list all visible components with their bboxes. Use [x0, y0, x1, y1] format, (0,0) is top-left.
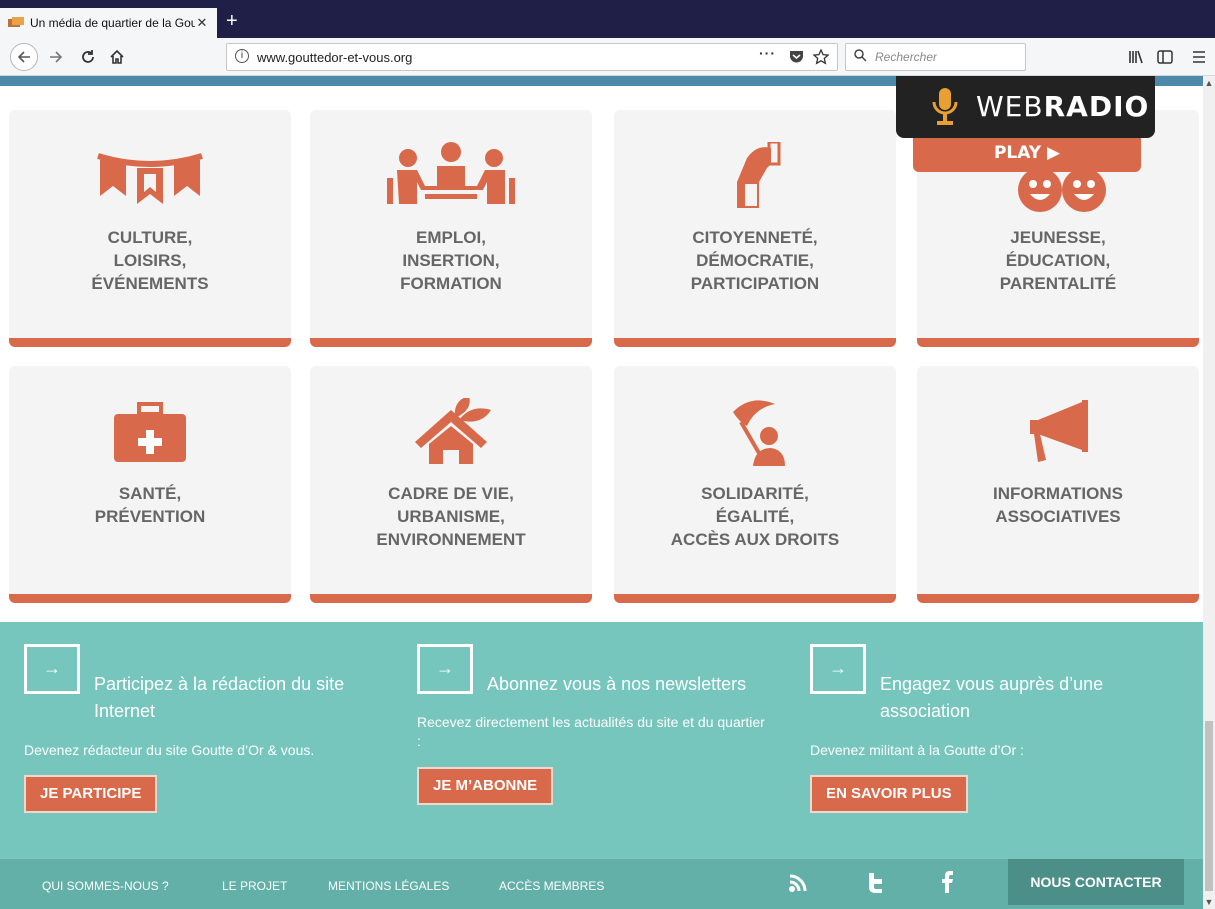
- promo-description: Devenez militant à la Goutte d’Or :: [810, 742, 1024, 758]
- home-icon: [110, 49, 124, 64]
- category-label: CULTURE, LOISIRS, ÉVÉNEMENTS: [91, 228, 209, 293]
- category-label: SOLIDARITÉ, ÉGALITÉ, ACCÈS AUX DROITS: [670, 484, 840, 549]
- promo-title: Participez à la rédaction du site Intern…: [94, 674, 345, 721]
- home-button[interactable]: [106, 46, 128, 68]
- library-icon[interactable]: [1128, 50, 1144, 64]
- footer-link-mentions-legales[interactable]: MENTIONS LÉGALES: [328, 879, 449, 893]
- ballot-hand-icon: [737, 142, 781, 208]
- footer: QUI SOMMES-NOUS ? LE PROJET MENTIONS LÉG…: [0, 859, 1203, 909]
- category-cadre-de-vie[interactable]: CADRE DE VIE, URBANISME, ENVIRONNEMENT: [310, 366, 592, 603]
- nav-bar: i www.gouttedor-et-vous.org ··· Recherch…: [0, 38, 1215, 76]
- category-label: EMPLOI, INSERTION, FORMATION: [400, 228, 502, 293]
- bunting-icon: [97, 153, 203, 204]
- tab-close-icon[interactable]: ✕: [195, 15, 209, 31]
- arrow-right-icon[interactable]: →: [417, 644, 473, 694]
- arrow-right-icon[interactable]: →: [810, 644, 866, 694]
- promo-title: Engagez vous auprès d’une association: [880, 674, 1104, 721]
- promo-title: Abonnez vous à nos newsletters: [487, 674, 747, 694]
- house-leaf-icon: [415, 398, 491, 464]
- back-button[interactable]: [10, 43, 38, 71]
- arrow-right-icon[interactable]: →: [24, 644, 80, 694]
- category-emploi[interactable]: EMPLOI, INSERTION, FORMATION: [310, 110, 592, 347]
- site-favicon-icon: [8, 17, 24, 27]
- category-label: CADRE DE VIE, URBANISME, ENVIRONNEMENT: [376, 484, 526, 549]
- promo-description: Devenez rédacteur du site Goutte d’Or & …: [24, 742, 315, 758]
- scrollbar-thumb[interactable]: [1205, 721, 1213, 891]
- megaphone-icon: [1030, 400, 1088, 462]
- webradio-widget[interactable]: WEBRADIO: [896, 76, 1155, 138]
- microphone-icon: [932, 88, 958, 125]
- person-flag-icon: [733, 400, 785, 466]
- tab-bar: Un média de quartier de la Gout ✕ +: [0, 0, 1215, 38]
- category-label: SANTÉ, PRÉVENTION: [94, 484, 206, 526]
- category-solidarite[interactable]: SOLIDARITÉ, ÉGALITÉ, ACCÈS AUX DROITS: [614, 366, 896, 603]
- search-icon: [854, 49, 867, 62]
- rss-icon[interactable]: [788, 873, 808, 893]
- tab-title: Un média de quartier de la Gout: [30, 16, 195, 30]
- first-aid-kit-icon: [114, 402, 186, 462]
- new-tab-button[interactable]: +: [226, 10, 238, 32]
- nous-contacter-button[interactable]: NOUS CONTACTER: [1008, 859, 1184, 905]
- promo-section: → Participez à la rédaction du site Inte…: [0, 622, 1203, 859]
- search-placeholder: Rechercher: [875, 50, 938, 64]
- browser-tab[interactable]: Un média de quartier de la Gout ✕: [0, 8, 217, 38]
- reload-icon: [82, 50, 94, 63]
- back-arrow-icon: [17, 51, 30, 63]
- category-culture[interactable]: CULTURE, LOISIRS, ÉVÉNEMENTS: [9, 110, 291, 347]
- twitter-icon[interactable]: [866, 872, 884, 894]
- meeting-icon: [387, 142, 515, 204]
- sidebar-icon[interactable]: [1157, 50, 1173, 64]
- je-participe-button[interactable]: JE PARTICIPE: [24, 775, 158, 813]
- je-m-abonne-button[interactable]: JE M’ABONNE: [417, 767, 554, 805]
- category-label: JEUNESSE, ÉDUCATION, PARENTALITÉ: [999, 228, 1117, 293]
- menu-icon[interactable]: [1192, 50, 1206, 64]
- site-info-icon[interactable]: i: [235, 49, 249, 63]
- category-label: CITOYENNETÉ, DÉMOCRATIE, PARTICIPATION: [690, 228, 820, 293]
- play-button[interactable]: PLAY ▶: [913, 138, 1141, 172]
- footer-link-qui-sommes-nous[interactable]: QUI SOMMES-NOUS ?: [42, 879, 169, 893]
- forward-arrow-icon: [50, 51, 63, 63]
- category-informations[interactable]: INFORMATIONS ASSOCIATIVES: [917, 366, 1199, 603]
- scroll-down-icon[interactable]: ▼: [1203, 897, 1215, 907]
- forward-button[interactable]: [46, 46, 66, 68]
- page-actions-icon[interactable]: ···: [759, 45, 776, 61]
- url-text: www.gouttedor-et-vous.org: [257, 50, 413, 65]
- scroll-up-icon[interactable]: ▲: [1203, 78, 1215, 88]
- category-citoyennete[interactable]: CITOYENNETÉ, DÉMOCRATIE, PARTICIPATION: [614, 110, 896, 347]
- category-sante[interactable]: SANTÉ, PRÉVENTION: [9, 366, 291, 603]
- reload-button[interactable]: [78, 46, 98, 68]
- pocket-icon[interactable]: [789, 50, 804, 64]
- footer-link-acces-membres[interactable]: ACCÈS MEMBRES: [499, 879, 604, 893]
- search-input[interactable]: Rechercher: [845, 43, 1026, 71]
- promo-description: Recevez directement les actualités du si…: [417, 714, 765, 749]
- page-content: CULTURE, LOISIRS, ÉVÉNEMENTS EMPLOI, INS…: [0, 76, 1203, 909]
- bookmark-star-icon[interactable]: [813, 49, 829, 65]
- url-bar[interactable]: i www.gouttedor-et-vous.org ···: [226, 43, 838, 71]
- facebook-icon[interactable]: [940, 871, 954, 893]
- scrollbar[interactable]: ▲ ▼: [1203, 76, 1215, 909]
- footer-link-le-projet[interactable]: LE PROJET: [222, 879, 287, 893]
- en-savoir-plus-button[interactable]: EN SAVOIR PLUS: [810, 775, 968, 813]
- webradio-title: WEBRADIO: [976, 90, 1150, 123]
- category-label: INFORMATIONS ASSOCIATIVES: [992, 484, 1123, 526]
